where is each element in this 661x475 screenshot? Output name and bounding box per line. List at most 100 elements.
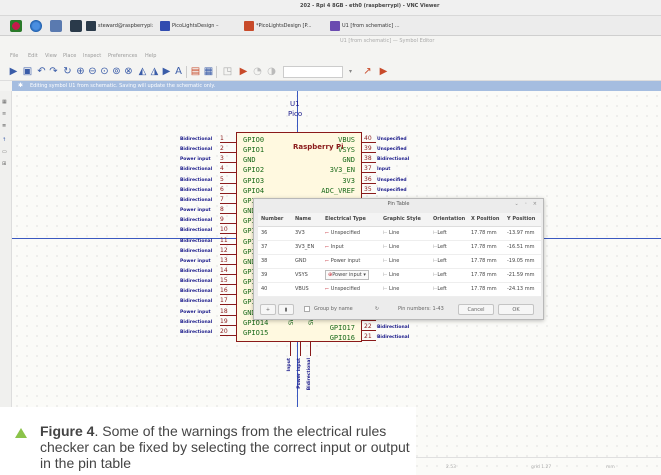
pin-right[interactable]: 22 Bidirectional <box>362 323 422 333</box>
convert-icon[interactable]: ◑ <box>266 66 277 77</box>
y-position-cell[interactable]: -21.59 mm <box>504 268 541 283</box>
library-icon[interactable]: ▶ <box>378 66 389 77</box>
orientation-cell[interactable]: ⊢Left <box>430 240 468 255</box>
table-row[interactable]: 37 3V3_EN ⌐ Input ⊢ Line ⊢Left 17.78 mm -16.51… <box>258 240 541 255</box>
pin-right[interactable]: 36 Unspecified <box>362 176 422 186</box>
pin-number-cell[interactable]: 39 <box>258 268 292 283</box>
pin-bottom[interactable]: Bidirectional <box>306 342 314 398</box>
pin-type-icon[interactable]: ↑ <box>2 137 10 145</box>
orientation-cell[interactable]: ⊢Left <box>430 282 468 297</box>
pin-left[interactable]: Power input 18 <box>180 308 236 318</box>
cursor-icon[interactable]: ≣ <box>2 123 10 131</box>
raspberry-menu-icon[interactable] <box>10 20 22 32</box>
pin-right[interactable]: 35 Unspecified <box>362 186 422 196</box>
group-by-name-checkbox[interactable] <box>304 306 310 312</box>
pin-bottom[interactable]: Power input <box>296 342 304 398</box>
column-header[interactable]: Y Position <box>504 213 541 227</box>
pin-right[interactable]: 39 Unspecified <box>362 145 422 155</box>
ok-button[interactable]: OK <box>498 304 534 315</box>
zoom-out-icon[interactable]: ⊖ <box>87 66 98 77</box>
pin-left[interactable]: Bidirectional 11 <box>180 237 236 247</box>
x-position-cell[interactable]: 17.78 mm <box>468 254 504 269</box>
menu-file[interactable]: File <box>10 53 18 59</box>
symbol-value[interactable]: Pico <box>288 110 302 118</box>
pin-right[interactable]: 38 Bidirectional <box>362 155 422 165</box>
x-position-cell[interactable]: 17.78 mm <box>468 282 504 297</box>
browser-icon[interactable] <box>30 20 42 32</box>
x-position-cell[interactable]: 17.78 mm <box>468 240 504 255</box>
unit-select[interactable] <box>283 66 343 78</box>
pin-left[interactable]: Bidirectional 4 <box>180 165 236 175</box>
pin-name-cell[interactable]: VBUS <box>292 282 322 297</box>
pin-left[interactable]: Bidirectional 17 <box>180 297 236 307</box>
pin-right[interactable]: 21 Bidirectional <box>362 333 422 343</box>
column-header[interactable]: Electrical Type <box>322 213 380 227</box>
orientation-cell[interactable]: ⊢Left <box>430 268 468 283</box>
y-position-cell[interactable]: -16.51 mm <box>504 240 541 255</box>
pin-name-cell[interactable]: 3V3 <box>292 226 322 241</box>
pin-name-cell[interactable]: GND <box>292 254 322 269</box>
zoom-object-icon[interactable]: ⊚ <box>111 66 122 77</box>
graphic-style-cell[interactable]: ⊢ Line <box>380 254 430 269</box>
pin-left[interactable]: Power input 3 <box>180 155 236 165</box>
pin-right[interactable]: 37 Input <box>362 165 422 175</box>
column-header[interactable]: Number <box>258 213 292 227</box>
symbol-properties-icon[interactable]: ▤ <box>190 66 201 77</box>
column-header[interactable]: X Position <box>468 213 504 227</box>
menu-view[interactable]: View <box>45 53 57 59</box>
pin-left[interactable]: Bidirectional 12 <box>180 247 236 257</box>
graphic-style-cell[interactable]: ⊢ Line <box>380 240 430 255</box>
pin-number-cell[interactable]: 37 <box>258 240 292 255</box>
grid-icon[interactable]: ▦ <box>2 99 10 107</box>
column-header[interactable]: Graphic Style <box>380 213 430 227</box>
pin-table-icon[interactable]: ▦ <box>203 66 214 77</box>
zoom-in-icon[interactable]: ⊕ <box>75 66 86 77</box>
mirror-icon[interactable]: ▶ <box>161 66 172 77</box>
units-icon[interactable]: ≡ <box>2 111 10 119</box>
pin-shape-icon[interactable]: ▭ <box>2 149 10 157</box>
pin-left[interactable]: Power input 8 <box>180 206 236 216</box>
menu-help[interactable]: Help <box>145 53 156 59</box>
zoom-fit-icon[interactable]: ⊙ <box>99 66 110 77</box>
column-header[interactable]: Name <box>292 213 322 227</box>
reference-designator[interactable]: U1 <box>290 100 300 108</box>
menu-inspect[interactable]: Inspect <box>83 53 101 59</box>
undo-icon[interactable]: ↶ <box>36 66 47 77</box>
pin-left[interactable]: Bidirectional 6 <box>180 186 236 196</box>
new-symbol-icon[interactable]: ▶ <box>8 66 19 77</box>
zoom-selection-icon[interactable]: ⊗ <box>123 66 134 77</box>
electrical-type-cell[interactable]: ⌐ Unspecified <box>322 226 380 241</box>
redo-icon[interactable]: ↷ <box>48 66 59 77</box>
pin-name-cell[interactable]: VSYS <box>292 268 322 283</box>
chevron-down-icon[interactable]: ▾ <box>345 66 356 77</box>
electrical-type-cell[interactable]: ⌐ Power input <box>322 254 380 269</box>
menu-preferences[interactable]: Preferences <box>108 53 137 59</box>
graphic-style-cell[interactable]: ⊢ Line <box>380 282 430 297</box>
task-terminal[interactable]: steward@raspberrypi: <box>86 20 153 32</box>
pin-left[interactable]: Bidirectional 10 <box>180 226 236 236</box>
pin-number-cell[interactable]: 36 <box>258 226 292 241</box>
pin-left[interactable]: Bidirectional 5 <box>180 176 236 186</box>
pin-left[interactable]: Bidirectional 19 <box>180 318 236 328</box>
orientation-cell[interactable]: ⊢Left <box>430 254 468 269</box>
delete-icon[interactable]: ▮ <box>278 304 294 315</box>
pin-bottom[interactable]: Input <box>286 342 294 398</box>
x-position-cell[interactable]: 17.78 mm <box>468 268 504 283</box>
x-position-cell[interactable]: 17.78 mm <box>468 226 504 241</box>
graphic-style-cell[interactable]: ⊢ Line <box>380 226 430 241</box>
y-position-cell[interactable]: -13.97 mm <box>504 226 541 241</box>
table-row[interactable]: 40 VBUS ⌐ Unspecified ⊢ Line ⊢Left 17.78 mm -2… <box>258 282 541 297</box>
file-manager-icon[interactable] <box>50 20 62 32</box>
y-position-cell[interactable]: -24.13 mm <box>504 282 541 297</box>
table-row[interactable]: 36 3V3 ⌐ Unspecified ⊢ Line ⊢Left 17.78 mm -13… <box>258 226 541 241</box>
drc-icon[interactable]: ▶ <box>238 66 249 77</box>
column-header[interactable]: Orientation <box>430 213 468 227</box>
window-controls-icon[interactable]: ⌄ ◦ × <box>514 199 539 210</box>
task-kicad-project[interactable]: PicoLightsDesign – <box>160 20 219 32</box>
check-icon[interactable]: ◳ <box>222 66 233 77</box>
rotate-ccw-icon[interactable]: ◭ <box>137 66 148 77</box>
electrical-type-cell[interactable]: ⌐ Input <box>322 240 380 255</box>
refresh-icon[interactable]: ↻ <box>62 66 73 77</box>
pin-left[interactable]: Bidirectional 15 <box>180 277 236 287</box>
pin-left[interactable]: Bidirectional 9 <box>180 216 236 226</box>
